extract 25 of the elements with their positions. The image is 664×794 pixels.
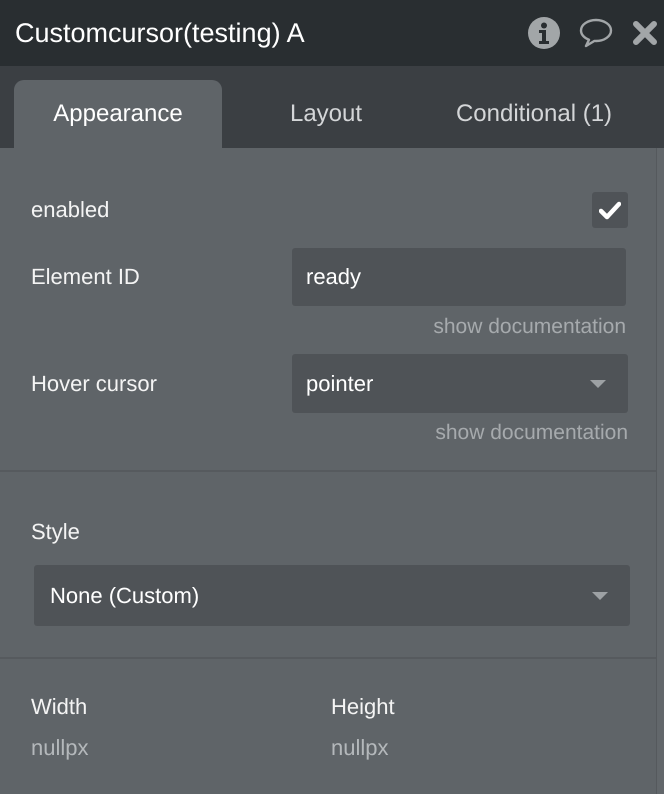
dropdown[interactable]: None (Custom) (34, 565, 630, 626)
dropdown-value: pointer (306, 370, 374, 398)
close-icon[interactable] (632, 20, 658, 46)
field-value: nullpx (331, 735, 390, 761)
check-icon (599, 200, 621, 220)
caret-icon (592, 592, 608, 600)
checkbox[interactable] (592, 192, 628, 228)
field-label: Width (31, 694, 88, 720)
dropdown-value: None (Custom) (50, 582, 200, 610)
comment-icon[interactable] (578, 17, 614, 49)
field-value: nullpx (31, 735, 90, 761)
text-input[interactable]: ready (292, 248, 626, 306)
field-label: Style (31, 519, 81, 545)
dropdown[interactable]: pointer (292, 354, 628, 413)
field-label: Element ID (31, 263, 140, 291)
caret-icon (590, 380, 606, 388)
field-label: Hover cursor (31, 370, 157, 398)
input-value: ready (306, 263, 362, 291)
field-label: Height (331, 694, 396, 720)
tab[interactable]: Appearance (14, 80, 222, 148)
tab[interactable]: Layout (222, 80, 430, 148)
field-label: enabled (31, 196, 110, 224)
info-icon[interactable] (528, 17, 560, 49)
tab[interactable]: Conditional (1) (430, 80, 638, 148)
window-title: Customcursor(testing) A (15, 17, 305, 49)
